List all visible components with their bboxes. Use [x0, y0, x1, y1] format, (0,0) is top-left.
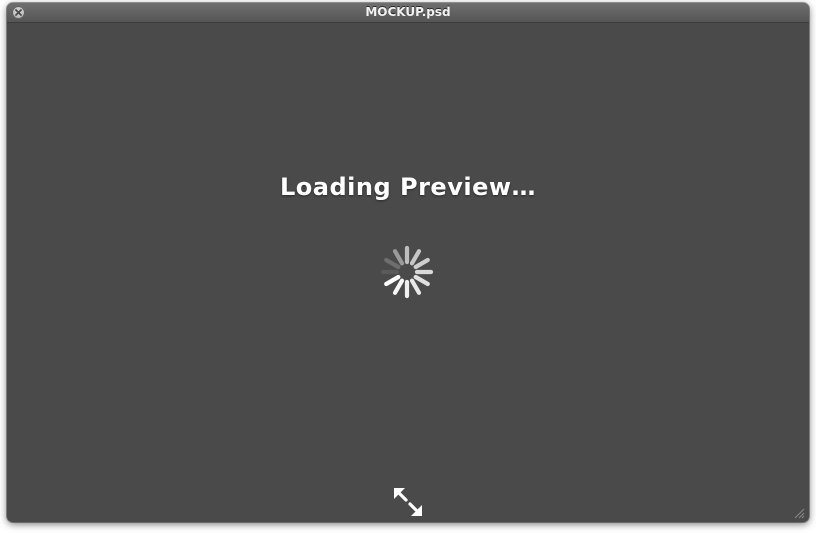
resize-grip-icon[interactable]: [794, 508, 805, 519]
window-title: MOCKUP.psd: [365, 5, 451, 19]
fullscreen-expand-icon: [394, 488, 422, 516]
quicklook-window: MOCKUP.psd Loading Preview…: [7, 3, 809, 522]
title-bar[interactable]: MOCKUP.psd: [7, 3, 809, 23]
fullscreen-button[interactable]: [390, 484, 426, 520]
loading-spinner-icon: [380, 245, 434, 299]
loading-status-text: Loading Preview…: [279, 173, 537, 201]
